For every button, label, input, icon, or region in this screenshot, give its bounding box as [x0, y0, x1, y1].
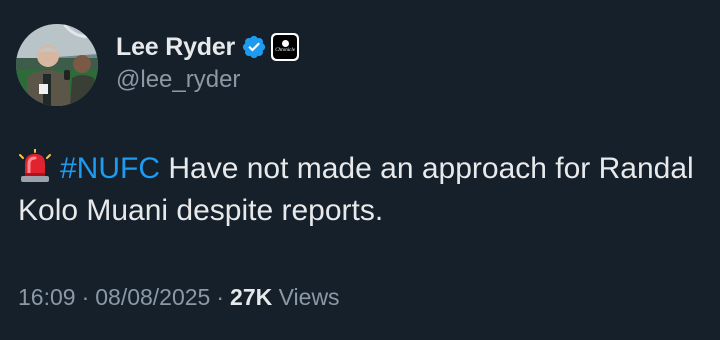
meta-separator: · — [216, 284, 225, 310]
hashtag-link[interactable]: #NUFC — [60, 152, 160, 185]
tweet-text: #NUFC Have not made an approach for Rand… — [18, 148, 698, 232]
tweet-date[interactable]: 08/08/2025 — [95, 284, 210, 310]
views-label: Views — [278, 284, 340, 310]
tweet: Lee Ryder Chronicle @lee_ryder #NUFC Hav… — [0, 0, 720, 340]
avatar[interactable] — [16, 24, 98, 106]
author-name-row: Lee Ryder Chronicle — [116, 30, 300, 64]
author-display-name[interactable]: Lee Ryder — [116, 33, 235, 62]
verified-badge-icon[interactable] — [241, 34, 267, 60]
siren-icon — [19, 149, 51, 182]
tweet-time[interactable]: 16:09 — [18, 284, 76, 310]
author-handle[interactable]: @lee_ryder — [116, 66, 240, 94]
meta-separator: · — [81, 284, 90, 310]
chronicle-logo-icon: Chronicle — [273, 35, 298, 59]
views-count: 27K — [230, 284, 273, 310]
affiliation-badge[interactable]: Chronicle — [271, 33, 300, 61]
avatar-image — [16, 24, 98, 106]
tweet-metadata: 16:09 · 08/08/2025 · 27K Views — [18, 284, 340, 311]
